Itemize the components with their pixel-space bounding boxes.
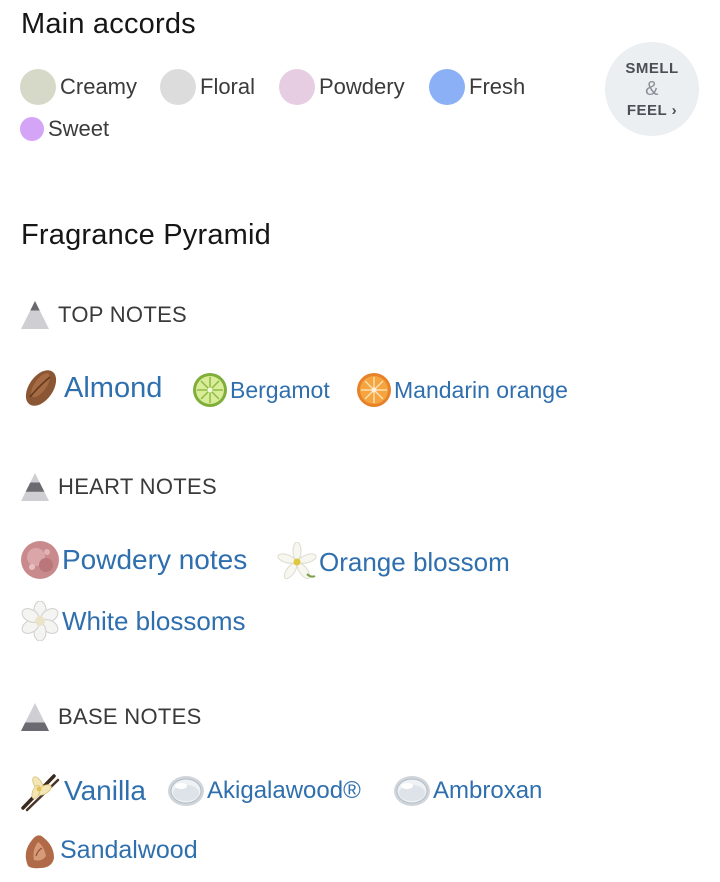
pyramid-title: Fragrance Pyramid — [21, 219, 271, 251]
smell-feel-button[interactable]: SMELL & FEEL › — [605, 42, 699, 136]
section-heading-label: BASE NOTES — [58, 704, 202, 729]
accord-color-dot — [279, 69, 315, 105]
accord-label: Creamy — [60, 74, 138, 99]
bergamot-icon — [193, 373, 227, 407]
accord-creamy[interactable]: Creamy — [20, 69, 137, 105]
white-blossom-icon — [21, 601, 59, 641]
note-label: Powdery notes — [62, 544, 248, 575]
accord-sweet[interactable]: Sweet — [20, 116, 109, 142]
note-label: Sandalwood — [60, 835, 198, 864]
section-heading-label: HEART NOTES — [58, 474, 217, 499]
note-label: Vanilla — [64, 775, 146, 806]
section-heading-label: TOP NOTES — [58, 302, 188, 327]
base-notes-heading: BASE NOTES — [20, 702, 202, 732]
note-label: Ambroxan — [433, 777, 543, 804]
feel-label: FEEL › — [626, 101, 678, 119]
pyramid-base-icon — [21, 703, 49, 731]
note-label: White blossoms — [62, 605, 246, 636]
accord-color-dot — [160, 69, 196, 105]
accord-color-dot — [20, 69, 56, 105]
sandalwood-icon — [25, 835, 54, 869]
top-notes-heading: TOP NOTES — [20, 300, 187, 330]
ampersand-label: & — [645, 77, 659, 100]
note-almond[interactable]: Almond — [20, 367, 162, 409]
note-label: Mandarin orange — [394, 376, 568, 403]
orange-blossom-icon — [277, 542, 317, 580]
accord-label: Powdery — [319, 74, 405, 99]
droplet-icon — [394, 776, 430, 806]
note-sandalwood[interactable]: Sandalwood — [20, 830, 198, 870]
note-akigalawood[interactable]: Akigalawood® — [167, 772, 361, 810]
note-bergamot[interactable]: Bergamot — [192, 372, 330, 408]
pyramid-heart-icon — [21, 473, 49, 501]
note-label: Almond — [64, 371, 163, 404]
note-label: Akigalawood® — [207, 777, 361, 804]
main-accords-title: Main accords — [21, 8, 196, 40]
mandarin-orange-icon — [357, 373, 391, 407]
accord-floral[interactable]: Floral — [160, 69, 255, 105]
note-ambroxan[interactable]: Ambroxan — [393, 772, 542, 810]
heart-notes-heading: HEART NOTES — [20, 472, 217, 502]
note-vanilla[interactable]: Vanilla — [20, 770, 146, 812]
accord-label: Fresh — [469, 74, 526, 99]
droplet-icon — [168, 776, 204, 806]
note-white-blossoms[interactable]: White blossoms — [20, 601, 246, 641]
note-orange-blossom[interactable]: Orange blossom — [277, 542, 510, 582]
pyramid-top-icon — [21, 301, 49, 329]
note-label: Orange blossom — [319, 546, 510, 577]
accord-powdery[interactable]: Powdery — [279, 69, 405, 105]
accord-label: Floral — [200, 74, 256, 99]
note-mandarin-orange[interactable]: Mandarin orange — [356, 372, 568, 408]
note-powdery-notes[interactable]: Powdery notes — [20, 540, 247, 580]
note-label: Bergamot — [230, 376, 330, 403]
smell-label: SMELL — [625, 59, 679, 77]
accord-label: Sweet — [48, 116, 110, 141]
accord-fresh[interactable]: Fresh — [429, 69, 525, 105]
vanilla-icon — [21, 774, 60, 812]
accord-color-dot — [429, 69, 465, 105]
accord-color-dot — [20, 117, 44, 141]
almond-icon — [25, 370, 57, 406]
powder-icon — [21, 541, 59, 579]
